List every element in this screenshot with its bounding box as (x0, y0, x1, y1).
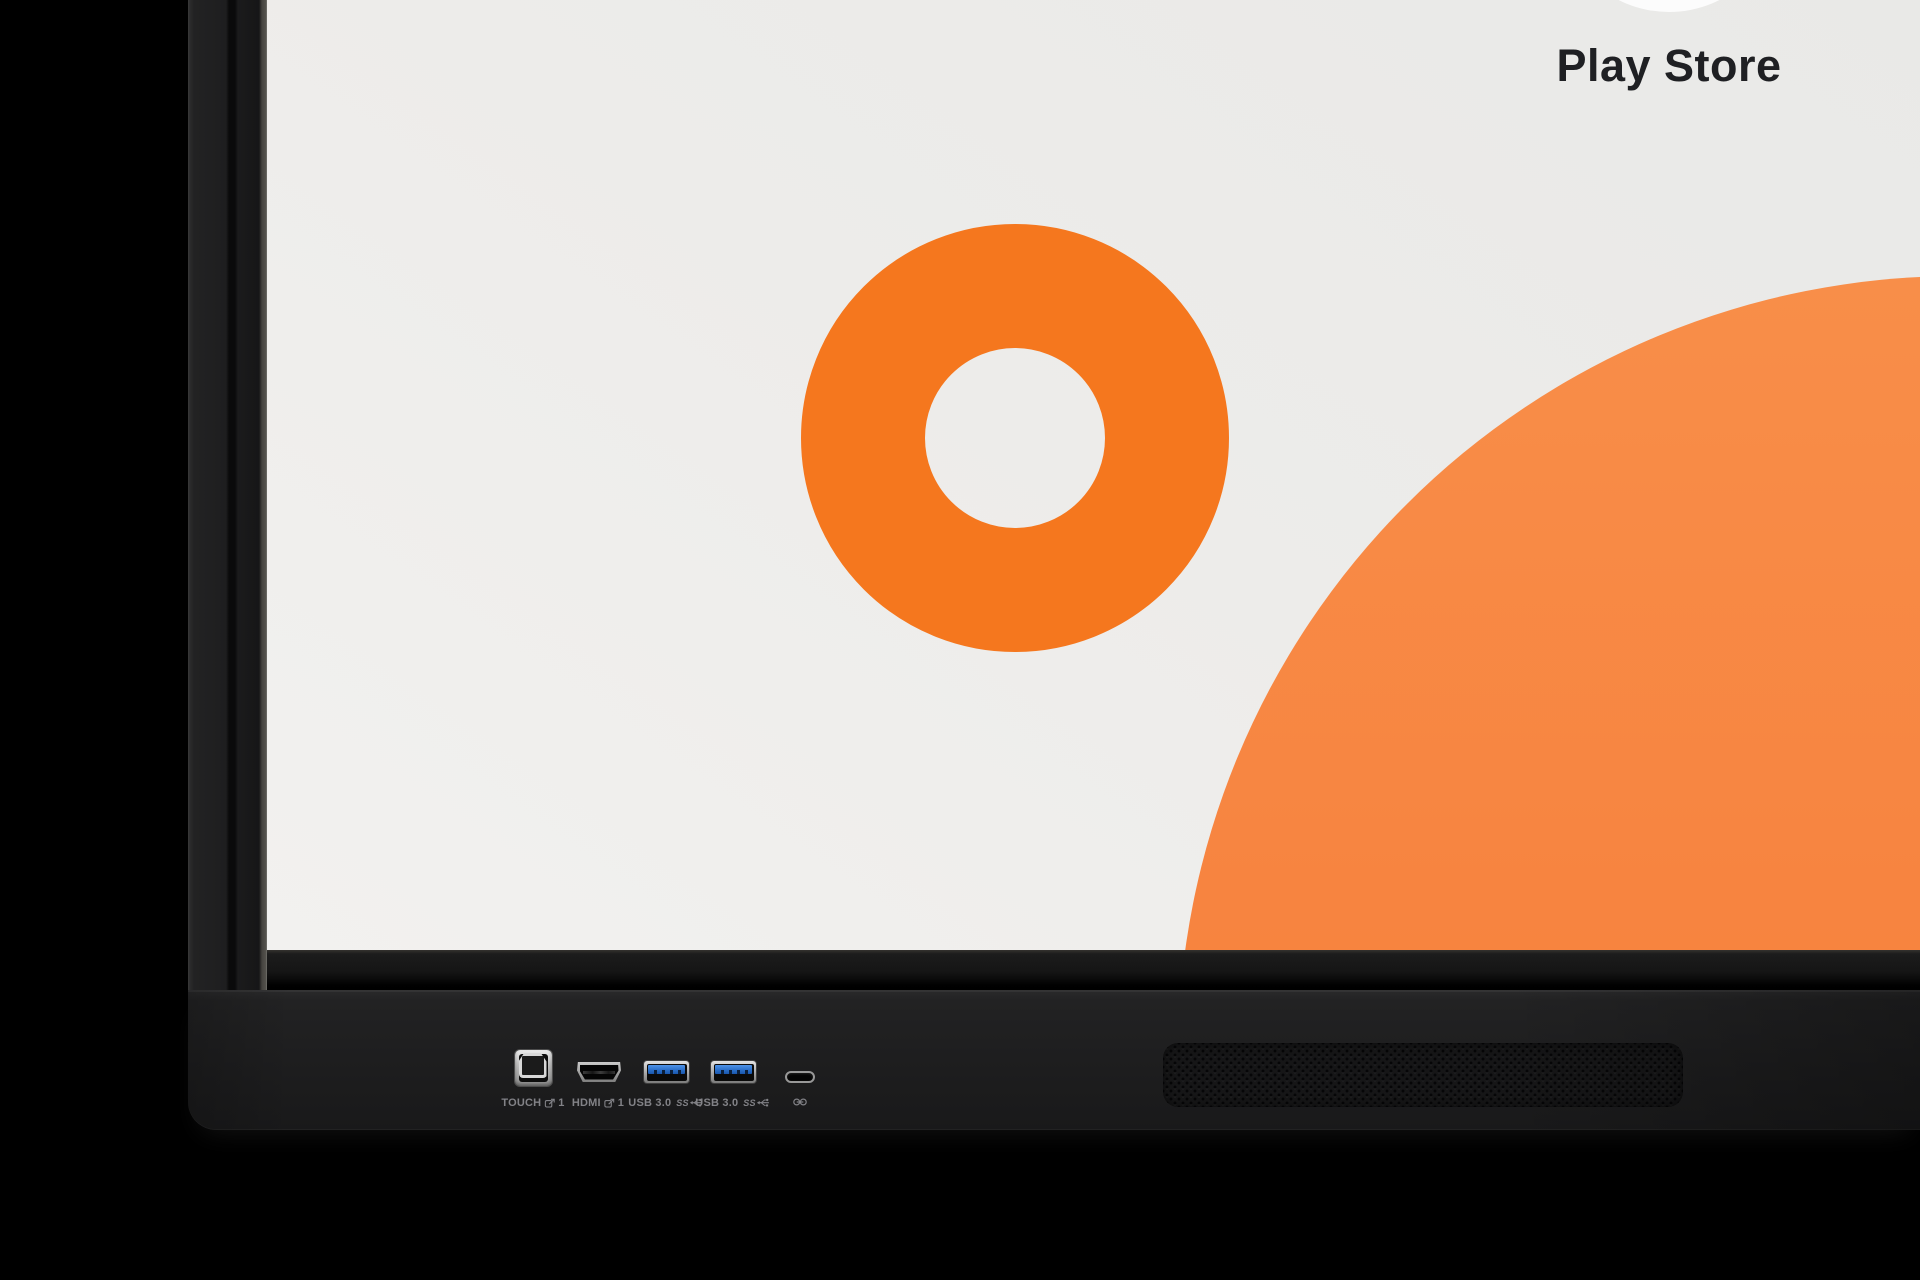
usb-c-port (785, 1071, 815, 1083)
hdmi-port (577, 1062, 621, 1082)
port-label-text: USB 3.0 (695, 1097, 738, 1109)
speaker-grille (1163, 1043, 1683, 1107)
superspeed-ss-text: SS (743, 1098, 755, 1108)
hdmi-contacts (583, 1071, 615, 1074)
display-bottom-bezel (267, 950, 1920, 990)
port-label-text: HDMI (572, 1097, 601, 1109)
port-label-text: USB 3.0 (628, 1097, 671, 1109)
touch-usb-b-port (515, 1050, 552, 1086)
superspeed-ss-text: SS (676, 1098, 688, 1108)
usb-a-contacts (649, 1070, 684, 1074)
play-store-icon[interactable] (1557, 0, 1781, 12)
usb-a-contacts (716, 1070, 751, 1074)
superspeed-trident-icon (757, 1098, 771, 1108)
source-out-icon (604, 1098, 615, 1109)
product-scene: Play Store TOUCH (0, 0, 1920, 1280)
wallpaper-large-circle (1178, 276, 1920, 950)
port-label-usb3-2: USB 3.0 SS (695, 1097, 770, 1109)
play-store-label[interactable]: Play Store (1556, 40, 1781, 92)
usb-c-link-icon (792, 1097, 808, 1107)
port-label-hdmi: HDMI 1 (572, 1097, 624, 1109)
display-left-frame (188, 0, 267, 990)
port-label-text: TOUCH (501, 1097, 541, 1109)
port-label-usb3-1: USB 3.0 SS (628, 1097, 703, 1109)
port-number: 1 (618, 1097, 624, 1109)
port-number: 1 (558, 1097, 564, 1109)
display-screen: Play Store (267, 0, 1920, 950)
usb-b-plug-outline (519, 1053, 547, 1078)
source-out-icon (544, 1098, 555, 1109)
port-label-touch: TOUCH 1 (501, 1097, 564, 1109)
usb3-port-2 (711, 1061, 756, 1083)
port-label-usb-c (792, 1097, 808, 1107)
connector-panel: TOUCH 1 HDMI 1 USB 3.0 SS (188, 990, 1920, 1130)
usb3-port-1 (644, 1061, 689, 1083)
wallpaper-ring (801, 224, 1229, 652)
